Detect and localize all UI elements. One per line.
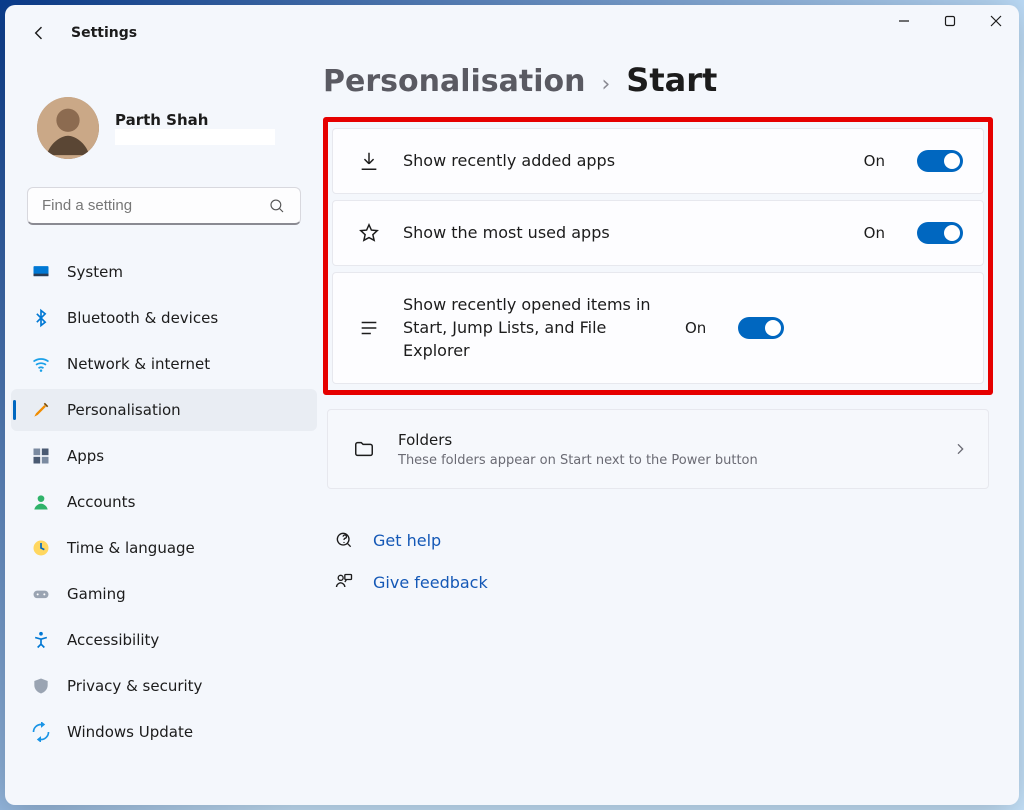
star-icon xyxy=(357,221,381,245)
toggle-most-used: Show the most used apps On xyxy=(332,200,984,266)
minimize-button[interactable] xyxy=(881,5,927,37)
toggle-switch[interactable] xyxy=(738,317,784,339)
nav-apps[interactable]: Apps xyxy=(11,435,317,477)
toggle-switch[interactable] xyxy=(917,222,963,244)
breadcrumb-separator: › xyxy=(601,72,610,97)
nav-accounts[interactable]: Accounts xyxy=(11,481,317,523)
shield-icon xyxy=(31,676,51,696)
nav-privacy[interactable]: Privacy & security xyxy=(11,665,317,707)
get-help-link[interactable]: Get help xyxy=(333,519,993,561)
apps-icon xyxy=(31,446,51,466)
avatar xyxy=(37,97,99,159)
help-links: Get help Give feedback xyxy=(323,495,993,603)
nav-label: System xyxy=(67,263,123,281)
titlebar: Settings xyxy=(5,5,1019,61)
annotation-highlight: Show recently added apps On Show the mos… xyxy=(323,117,993,395)
account-block[interactable]: Parth Shah xyxy=(5,69,323,183)
help-icon xyxy=(333,529,355,551)
feedback-icon xyxy=(333,571,355,593)
nav-label: Apps xyxy=(67,447,104,465)
main-content: Personalisation › Start Show recently ad… xyxy=(323,61,1019,805)
maximize-button[interactable] xyxy=(927,5,973,37)
toggle-label: Show the most used apps xyxy=(403,221,842,244)
account-name: Parth Shah xyxy=(115,111,275,129)
nav-label: Bluetooth & devices xyxy=(67,309,218,327)
app-title: Settings xyxy=(71,25,137,41)
search-icon xyxy=(268,197,286,215)
account-email xyxy=(115,129,275,145)
person-icon xyxy=(31,492,51,512)
breadcrumb: Personalisation › Start xyxy=(323,61,993,117)
search-input[interactable] xyxy=(42,197,268,214)
close-button[interactable] xyxy=(973,5,1019,37)
nav-system[interactable]: System xyxy=(11,251,317,293)
toggle-status: On xyxy=(864,152,885,170)
update-icon xyxy=(31,722,51,742)
nav-label: Time & language xyxy=(67,539,195,557)
nav-gaming[interactable]: Gaming xyxy=(11,573,317,615)
paintbrush-icon xyxy=(31,400,51,420)
nav-label: Network & internet xyxy=(67,355,210,373)
nav-label: Windows Update xyxy=(67,723,193,741)
search-box[interactable] xyxy=(27,187,301,225)
sidebar: Parth Shah System Bluetooth & devices xyxy=(5,61,323,805)
toggle-status: On xyxy=(685,319,706,337)
nav-network[interactable]: Network & internet xyxy=(11,343,317,385)
nav-label: Accessibility xyxy=(67,631,159,649)
toggle-recent-items: Show recently opened items in Start, Jum… xyxy=(332,272,984,384)
nav-label: Personalisation xyxy=(67,401,181,419)
accessibility-icon xyxy=(31,630,51,650)
link-text: Give feedback xyxy=(373,573,488,592)
back-button[interactable] xyxy=(29,23,49,43)
chevron-right-icon xyxy=(952,441,968,457)
nav-bluetooth[interactable]: Bluetooth & devices xyxy=(11,297,317,339)
system-icon xyxy=(31,262,51,282)
download-icon xyxy=(357,149,381,173)
gamepad-icon xyxy=(31,584,51,604)
settings-window: Settings Parth Shah xyxy=(5,5,1019,805)
wifi-icon xyxy=(31,354,51,374)
toggle-label: Show recently opened items in Start, Jum… xyxy=(403,293,663,363)
toggle-status: On xyxy=(864,224,885,242)
toggle-recently-added: Show recently added apps On xyxy=(332,128,984,194)
nav-label: Gaming xyxy=(67,585,126,603)
link-text: Get help xyxy=(373,531,441,550)
folder-icon xyxy=(352,437,376,461)
nav-label: Privacy & security xyxy=(67,677,202,695)
folders-row[interactable]: Folders These folders appear on Start ne… xyxy=(327,409,989,490)
toggle-switch[interactable] xyxy=(917,150,963,172)
breadcrumb-parent[interactable]: Personalisation xyxy=(323,64,585,99)
give-feedback-link[interactable]: Give feedback xyxy=(333,561,993,603)
clock-icon xyxy=(31,538,51,558)
toggle-label: Show recently added apps xyxy=(403,149,842,172)
nav-personalisation[interactable]: Personalisation xyxy=(11,389,317,431)
nav: System Bluetooth & devices Network & int… xyxy=(5,243,323,753)
folders-title: Folders xyxy=(398,430,930,452)
nav-update[interactable]: Windows Update xyxy=(11,711,317,753)
nav-time[interactable]: Time & language xyxy=(11,527,317,569)
folders-subtitle: These folders appear on Start next to th… xyxy=(398,453,930,468)
list-icon xyxy=(357,316,381,340)
breadcrumb-current: Start xyxy=(626,61,717,99)
nav-accessibility[interactable]: Accessibility xyxy=(11,619,317,661)
bluetooth-icon xyxy=(31,308,51,328)
nav-label: Accounts xyxy=(67,493,135,511)
